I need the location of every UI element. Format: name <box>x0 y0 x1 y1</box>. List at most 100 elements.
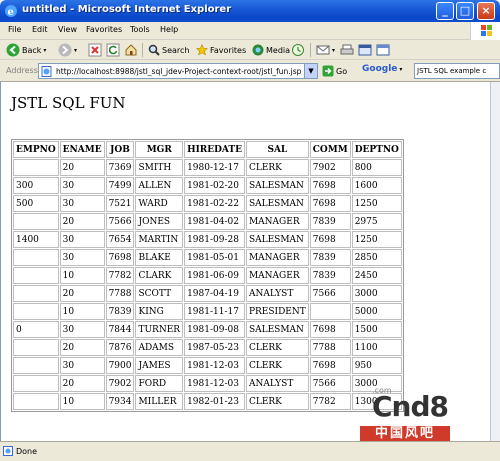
page-icon <box>41 66 52 77</box>
history-button[interactable] <box>292 42 304 58</box>
table-cell-mgr: FORD <box>135 375 184 392</box>
chevron-down-icon[interactable]: ▾ <box>43 47 46 54</box>
table-cell-sal: MANAGER <box>245 213 309 230</box>
page-done-icon <box>3 446 13 456</box>
table-cell-hiredate: 1981-02-22 <box>184 195 245 212</box>
table-cell-deptno: 1300 <box>351 393 402 410</box>
table-cell-job: 7902 <box>105 375 135 392</box>
star-icon <box>196 44 208 56</box>
column-header: ENAME <box>59 141 105 158</box>
printer-icon <box>340 44 354 55</box>
menu-favorites[interactable]: Favorites <box>86 25 122 34</box>
go-arrow-icon <box>322 65 334 77</box>
back-button[interactable]: Back ▾ <box>6 42 46 58</box>
table-cell-sal: SALESMAN <box>245 321 309 338</box>
table-cell-empno <box>13 393 59 410</box>
table-row: 1400 30 7654 MARTIN 1981-09-28 SALESMAN 7698 12… <box>13 231 402 248</box>
menu-tools[interactable]: Tools <box>130 25 150 34</box>
table-cell-comm: 7839 <box>309 249 351 266</box>
column-header: EMPNO <box>13 141 59 158</box>
chevron-down-icon[interactable]: ▾ <box>332 47 335 54</box>
mail-button[interactable]: ▾ <box>316 42 335 58</box>
table-cell-job: 7566 <box>105 213 135 230</box>
google-toolbar-button[interactable]: Google ▾ <box>362 64 402 74</box>
table-row: 20 7876 ADAMS 1987-05-23 CLERK 7788 1100 <box>13 339 402 356</box>
table-cell-ename: 10 <box>59 303 105 320</box>
table-cell-hiredate: 1981-12-03 <box>184 357 245 374</box>
table-cell-ename: 20 <box>59 375 105 392</box>
toolbar-divider <box>142 43 143 57</box>
table-cell-ename: 10 <box>59 267 105 284</box>
search-label: Search <box>162 45 190 55</box>
table-cell-hiredate: 1981-09-28 <box>184 231 245 248</box>
close-button[interactable]: × <box>477 2 495 20</box>
google-logo: Google <box>362 64 398 74</box>
address-dropdown-button[interactable]: ▼ <box>304 64 317 78</box>
media-icon <box>252 44 264 56</box>
title-bar: e untitled - Microsoft Internet Explorer… <box>0 0 500 22</box>
table-cell-hiredate: 1987-04-19 <box>184 285 245 302</box>
table-cell-mgr: MARTIN <box>135 231 184 248</box>
table-cell-sal: MANAGER <box>245 249 309 266</box>
table-cell-sal: CLERK <box>245 159 309 176</box>
address-url: http://localhost:8988/jstl_sql_jdev-Proj… <box>56 67 302 76</box>
edit-button[interactable] <box>358 42 372 58</box>
table-cell-job: 7698 <box>105 249 135 266</box>
table-cell-comm: 7566 <box>309 375 351 392</box>
table-cell-hiredate: 1981-04-02 <box>184 213 245 230</box>
back-label: Back <box>22 45 42 55</box>
table-cell-ename: 30 <box>59 195 105 212</box>
table-cell-mgr: SMITH <box>135 159 184 176</box>
media-label: Media <box>266 45 291 55</box>
table-row: 500 30 7521 WARD 1981-02-22 SALESMAN 7698 1250 <box>13 195 402 212</box>
table-cell-job: 7782 <box>105 267 135 284</box>
table-cell-deptno: 1600 <box>351 177 402 194</box>
maximize-button[interactable]: □ <box>456 2 474 20</box>
menu-file[interactable]: File <box>8 25 21 34</box>
table-cell-comm: 7698 <box>309 177 351 194</box>
menu-bar: File Edit View Favorites Tools Help <box>0 22 500 40</box>
google-search-input[interactable]: JSTL SQL example c <box>414 63 500 79</box>
table-cell-deptno: 1250 <box>351 231 402 248</box>
menu-edit[interactable]: Edit <box>32 25 48 34</box>
refresh-icon <box>106 43 120 57</box>
table-row: 20 7788 SCOTT 1987-04-19 ANALYST 7566 3000 <box>13 285 402 302</box>
page-content: JSTL SQL FUN EMPNO ENAME JOB MGR HIREDAT… <box>0 82 490 441</box>
table-cell-comm: 7698 <box>309 195 351 212</box>
table-cell-mgr: CLARK <box>135 267 184 284</box>
table-cell-ename: 20 <box>59 285 105 302</box>
favorites-label: Favorites <box>210 45 247 55</box>
menu-help[interactable]: Help <box>160 25 178 34</box>
favorites-button[interactable]: Favorites <box>196 42 246 58</box>
print-button[interactable] <box>340 42 354 58</box>
column-header: COMM <box>309 141 351 158</box>
table-cell-ename: 20 <box>59 339 105 356</box>
address-input[interactable]: http://localhost:8988/jstl_sql_jdev-Proj… <box>38 63 318 79</box>
chevron-down-icon[interactable]: ▾ <box>74 47 77 54</box>
table-cell-mgr: MILLER <box>135 393 184 410</box>
search-button[interactable]: Search <box>148 42 189 58</box>
table-cell-job: 7934 <box>105 393 135 410</box>
minimize-button[interactable]: _ <box>436 2 454 20</box>
table-cell-deptno: 1250 <box>351 195 402 212</box>
menu-view[interactable]: View <box>58 25 77 34</box>
employee-table: EMPNO ENAME JOB MGR HIREDATE SAL COMM DE… <box>11 139 404 412</box>
stop-button[interactable] <box>88 42 102 58</box>
table-cell-hiredate: 1981-02-20 <box>184 177 245 194</box>
column-header: HIREDATE <box>184 141 245 158</box>
table-cell-deptno: 950 <box>351 357 402 374</box>
media-button[interactable]: Media <box>252 42 290 58</box>
stop-icon <box>88 43 102 57</box>
refresh-button[interactable] <box>106 42 120 58</box>
forward-button[interactable]: ▾ <box>58 42 77 58</box>
column-header: JOB <box>105 141 135 158</box>
discuss-button[interactable] <box>376 42 390 58</box>
table-row: 10 7934 MILLER 1982-01-23 CLERK 7782 1300 <box>13 393 402 410</box>
table-cell-mgr: BLAKE <box>135 249 184 266</box>
vertical-scrollbar[interactable] <box>490 82 500 441</box>
go-button[interactable]: Go <box>322 65 347 77</box>
table-cell-mgr: JONES <box>135 213 184 230</box>
table-cell-deptno: 2450 <box>351 267 402 284</box>
table-cell-mgr: SCOTT <box>135 285 184 302</box>
home-button[interactable] <box>124 42 138 58</box>
